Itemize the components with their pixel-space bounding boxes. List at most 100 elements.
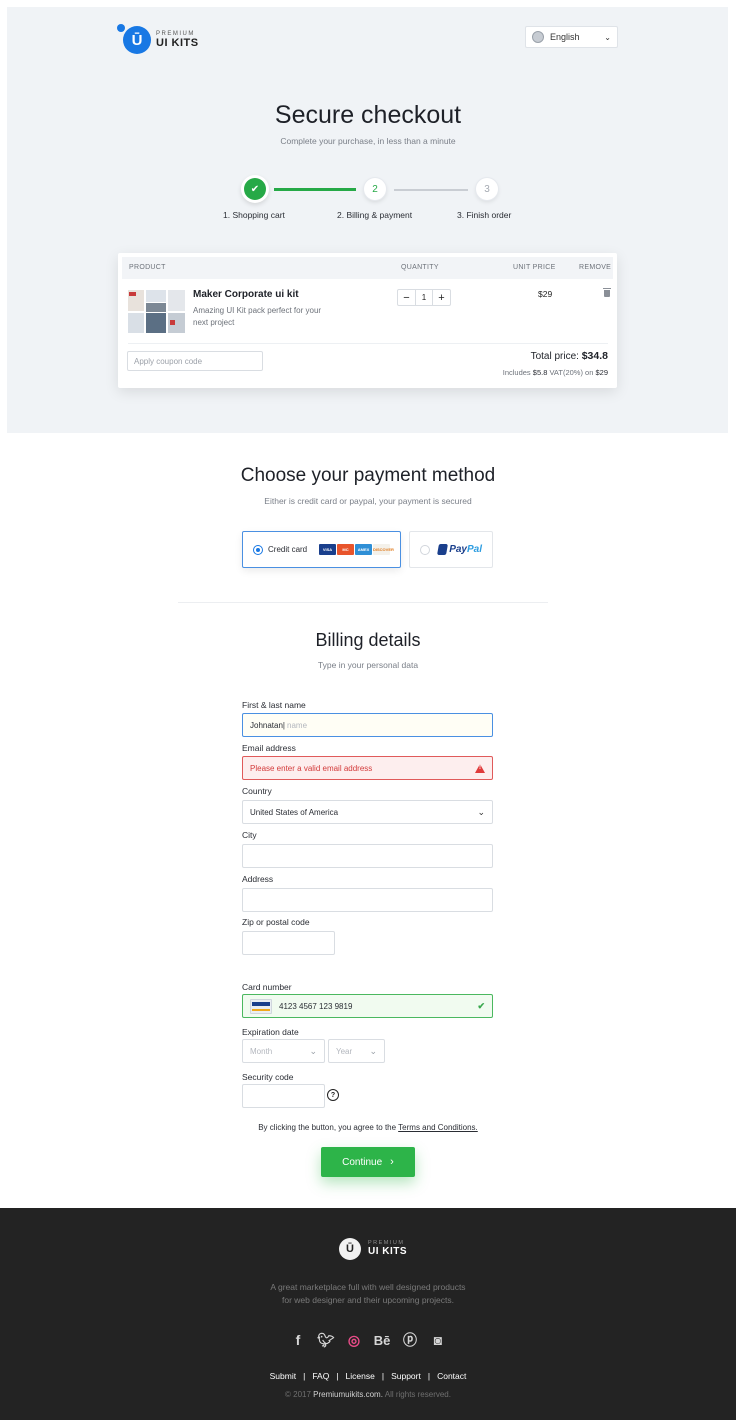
- step-line-done: [274, 188, 356, 191]
- vat-amount: $5.8: [532, 368, 548, 377]
- name-placeholder: name: [287, 720, 308, 730]
- billing-title: Billing details: [315, 630, 421, 650]
- step-1-check-icon[interactable]: ✔: [244, 178, 266, 200]
- email-label: Email address: [242, 743, 296, 753]
- header-remove: REMOVE: [579, 264, 612, 271]
- paypal-radio[interactable]: [420, 544, 430, 555]
- footer-link-support[interactable]: Support: [391, 1371, 421, 1381]
- page-title: Secure checkout: [274, 101, 462, 129]
- quantity-plus-button[interactable]: +: [433, 290, 450, 305]
- mastercard-icon: MC: [337, 544, 354, 555]
- step-1-label: 1. Shopping cart: [223, 210, 285, 220]
- language-value: English: [550, 32, 580, 42]
- instagram-icon[interactable]: ◙: [430, 1332, 446, 1348]
- product-description: Amazing UI Kit pack perfect for your nex…: [193, 306, 322, 327]
- card-number-label: Card number: [242, 982, 292, 992]
- discover-icon: DISCOVER: [373, 544, 394, 555]
- amex-icon: AMEX: [355, 544, 372, 555]
- month-placeholder: Month: [250, 1046, 273, 1056]
- pinterest-icon[interactable]: ⓟ: [402, 1332, 418, 1348]
- zip-field[interactable]: [242, 931, 335, 955]
- footer-link-submit[interactable]: Submit: [270, 1371, 296, 1381]
- paypal-word-1: Pay: [449, 544, 467, 555]
- header-product: PRODUCT: [129, 264, 166, 271]
- step-line-todo: [394, 189, 468, 191]
- footer-logo[interactable]: Ū PREMIUM UI KITS: [339, 1238, 407, 1260]
- link-separator: |: [303, 1371, 306, 1381]
- city-field[interactable]: [242, 844, 493, 868]
- credit-card-option[interactable]: Credit card VISA MC AMEX DISCOVER: [242, 531, 401, 568]
- terms-prefix: By clicking the button, you agree to the: [258, 1123, 397, 1132]
- social-links: f 🐦︎ ◎ Bē ⓟ ◙: [0, 1332, 736, 1349]
- brand-logo[interactable]: Ū PREMIUM UI KITS: [117, 24, 199, 54]
- terms-link[interactable]: Terms and Conditions.: [398, 1123, 478, 1132]
- continue-button[interactable]: Continue ›: [321, 1147, 415, 1177]
- trash-icon[interactable]: [603, 288, 611, 297]
- total-label: Total price:: [530, 351, 579, 362]
- copy-suffix: All rights reserved.: [384, 1390, 451, 1399]
- cart-summary: PRODUCT QUANTITY UNIT PRICE REMOVE Maker…: [118, 253, 617, 388]
- language-select[interactable]: English ⌄: [525, 26, 618, 48]
- twitter-icon[interactable]: 🐦︎: [317, 1332, 335, 1348]
- step-3-circle[interactable]: 3: [476, 178, 498, 200]
- billing-subtitle: Type in your personal data: [317, 660, 419, 670]
- behance-icon[interactable]: Bē: [374, 1332, 391, 1348]
- header-quantity: QUANTITY: [401, 264, 439, 271]
- quantity-input[interactable]: 1: [415, 290, 433, 305]
- step-2-circle[interactable]: 2: [364, 178, 386, 200]
- paypal-logo: PayPal: [449, 544, 482, 555]
- address-field[interactable]: [242, 888, 493, 912]
- link-separator: |: [381, 1371, 385, 1381]
- country-value: United States of America: [250, 807, 339, 817]
- page-subtitle: Complete your purchase, in less than a m…: [280, 136, 456, 146]
- product-thumbnail: [128, 290, 185, 333]
- country-select[interactable]: United States of America ⌄: [242, 800, 493, 824]
- payment-subtitle: Either is credit card or paypal, your pa…: [264, 496, 472, 506]
- footer-link-license[interactable]: License: [346, 1371, 375, 1381]
- expiration-label: Expiration date: [242, 1027, 299, 1037]
- help-icon[interactable]: ?: [327, 1089, 339, 1101]
- copy-prefix: © 2017: [285, 1390, 311, 1399]
- footer-desc-line1: A great marketplace full with well desig…: [270, 1282, 466, 1292]
- chevron-right-icon: ›: [390, 1156, 394, 1168]
- footer-desc-line2: for web designer and their upcoming proj…: [282, 1295, 454, 1305]
- total-value: $34.8: [581, 350, 608, 362]
- security-code-label: Security code: [242, 1072, 294, 1082]
- logo-icon: Ū: [117, 24, 151, 54]
- visa-icon: VISA: [319, 544, 336, 555]
- coupon-input[interactable]: Apply coupon code: [127, 351, 263, 371]
- vat-base: $29: [595, 368, 608, 377]
- email-field[interactable]: Please enter a valid email address: [242, 756, 493, 780]
- zip-label: Zip or postal code: [242, 917, 310, 927]
- chevron-down-icon: ⌄: [369, 1045, 377, 1056]
- credit-card-label: Credit card: [268, 545, 308, 554]
- brand-big: UI KITS: [156, 37, 199, 49]
- quantity-minus-button[interactable]: −: [398, 290, 415, 305]
- month-select[interactable]: Month ⌄: [242, 1039, 325, 1063]
- security-code-field[interactable]: [242, 1084, 325, 1108]
- step-2-label: 2. Billing & payment: [337, 210, 413, 220]
- total-price: Total price: $34.8: [531, 350, 608, 362]
- credit-card-radio[interactable]: [253, 544, 263, 555]
- product-name[interactable]: Maker Corporate ui kit: [193, 289, 299, 300]
- card-number-field[interactable]: 4123 4567 123 9819 ✔: [242, 994, 493, 1018]
- name-value: Johnatan|: [250, 720, 285, 730]
- quantity-stepper: − 1 +: [397, 289, 451, 306]
- footer-link-faq[interactable]: FAQ: [312, 1371, 329, 1381]
- copy-site[interactable]: Premiumuikits.com.: [313, 1390, 383, 1399]
- cart-divider: [128, 343, 608, 344]
- footer: Ū PREMIUM UI KITS A great marketplace fu…: [0, 1208, 736, 1420]
- facebook-icon[interactable]: f: [290, 1332, 306, 1348]
- name-label: First & last name: [242, 700, 306, 710]
- paypal-option[interactable]: PayPal: [409, 531, 493, 568]
- footer-link-contact[interactable]: Contact: [437, 1371, 466, 1381]
- country-label: Country: [242, 786, 272, 796]
- dribbble-icon[interactable]: ◎: [346, 1332, 362, 1348]
- name-field[interactable]: Johnatan| name: [242, 713, 493, 737]
- paypal-word-2: Pal: [466, 544, 482, 555]
- link-separator: |: [427, 1371, 431, 1381]
- header-unit-price: UNIT PRICE: [513, 264, 556, 271]
- chevron-down-icon: ⌄: [309, 1045, 317, 1056]
- year-select[interactable]: Year ⌄: [328, 1039, 385, 1063]
- card-brands: VISA MC AMEX DISCOVER: [319, 544, 394, 555]
